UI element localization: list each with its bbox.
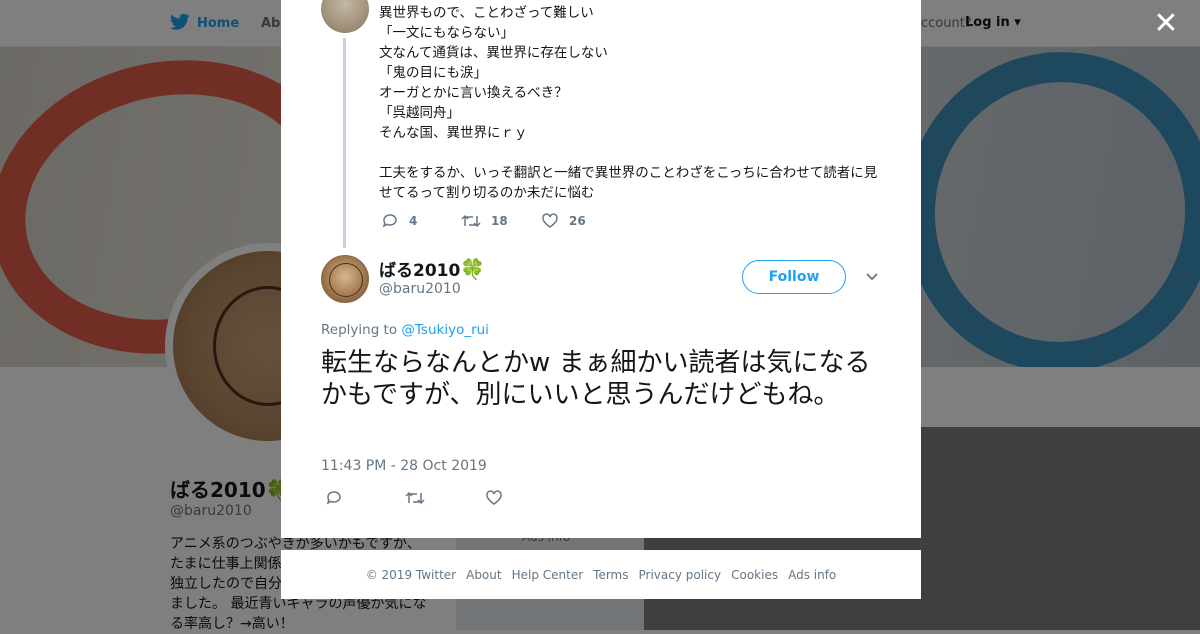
retweet-button[interactable] bbox=[405, 490, 435, 506]
retweet-button[interactable]: 18 bbox=[461, 213, 508, 229]
retweet-icon bbox=[405, 491, 425, 505]
like-button[interactable] bbox=[485, 490, 513, 506]
footer-privacy-link[interactable]: Privacy policy bbox=[639, 568, 722, 582]
parent-tweet-avatar[interactable] bbox=[321, 0, 369, 33]
retweet-icon bbox=[461, 214, 481, 228]
footer-help-link[interactable]: Help Center bbox=[512, 568, 584, 582]
reply-button[interactable] bbox=[325, 490, 353, 506]
footer-cookies-link[interactable]: Cookies bbox=[731, 568, 778, 582]
replying-to-link[interactable]: @Tsukiyo_rui bbox=[401, 322, 489, 338]
heart-icon bbox=[542, 213, 558, 228]
like-button[interactable]: 26 bbox=[541, 213, 586, 229]
footer-copyright: © 2019 Twitter bbox=[365, 567, 457, 582]
footer-about-link[interactable]: About bbox=[466, 568, 501, 582]
tweet-author-handle[interactable]: @baru2010 bbox=[379, 281, 461, 297]
tweet-timestamp[interactable]: 11:43 PM - 28 Oct 2019 bbox=[321, 458, 487, 474]
tweet-author-avatar[interactable] bbox=[321, 255, 369, 303]
modal-footer: © 2019 Twitter About Help Center Terms P… bbox=[281, 550, 921, 599]
reply-icon bbox=[382, 214, 397, 228]
chevron-down-icon[interactable] bbox=[865, 268, 879, 287]
replying-to: Replying to @Tsukiyo_rui bbox=[321, 322, 489, 338]
heart-icon bbox=[486, 490, 502, 505]
parent-tweet-text: 異世界もので、ことわざって難しい 「一文にもならない」 文なんて通貨は、異世界に… bbox=[379, 5, 878, 201]
reply-icon bbox=[326, 491, 341, 505]
footer-terms-link[interactable]: Terms bbox=[593, 568, 628, 582]
clover-icon: 🍀 bbox=[460, 257, 486, 281]
thread-connector bbox=[343, 38, 346, 248]
reply-button[interactable]: 4 bbox=[381, 213, 417, 229]
tweet-author-name[interactable]: ばる2010🍀 bbox=[379, 256, 485, 281]
tweet-text: 転生ならなんとかw まぁ細かい読者は気になるかもですが、別にいいと思うんだけども… bbox=[321, 348, 871, 410]
footer-ads-link[interactable]: Ads info bbox=[788, 568, 836, 582]
tweet-permalink-modal: 異世界もので、ことわざって難しい 「一文にもならない」 文なんて通貨は、異世界に… bbox=[281, 0, 921, 538]
follow-button[interactable]: Follow bbox=[742, 260, 846, 294]
close-icon[interactable]: ✕ bbox=[1152, 9, 1180, 39]
